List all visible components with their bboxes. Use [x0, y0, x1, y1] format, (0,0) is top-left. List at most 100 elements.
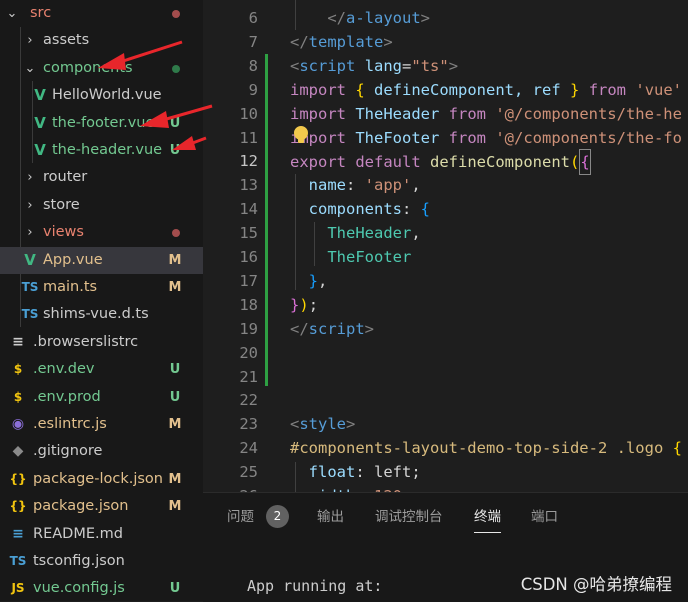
code-text: </script> [290, 317, 374, 341]
panel-tab[interactable]: 问题 [227, 507, 254, 527]
code-token: > [420, 9, 430, 27]
code-token: TheFooter [327, 248, 412, 266]
tree-item-label: shims-vue.d.ts [43, 306, 149, 323]
chevron-right-icon[interactable]: › [24, 27, 36, 54]
code-line[interactable]: 24 #components-layout-demo-top-side-2 .lo… [203, 436, 688, 460]
tree-item-views[interactable]: › views [0, 219, 203, 246]
tree-item-tsconfig-json[interactable]: TS tsconfig.json [0, 548, 203, 575]
tree-item-helloworld-vue[interactable]: V HelloWorld.vue [0, 82, 203, 109]
code-token: name [308, 176, 346, 195]
tree-item-app-vue[interactable]: V App.vue M [0, 246, 203, 274]
code-line[interactable]: 12 export default defineComponent({ [203, 149, 688, 176]
code-token: , [411, 224, 421, 243]
tree-item-label: .browserslistrc [33, 333, 139, 350]
code-text: <script lang="ts"> [290, 54, 458, 78]
code-line[interactable]: 11 import TheFooter from '@/components/th… [203, 126, 688, 150]
tree-item-shims-vue-d-ts[interactable]: TS shims-vue.d.ts [0, 301, 203, 328]
code-editor[interactable]: 6 </a-layout> 7 </template> 8 <script lang="… [203, 0, 688, 492]
chevron-down-icon[interactable]: ⌄ [6, 0, 18, 27]
git-status-badge: M [168, 280, 182, 295]
code-text: }); [290, 293, 318, 317]
code-token: "ts" [411, 56, 449, 75]
code-text: import TheHeader from '@/components/the-… [290, 102, 682, 126]
code-line[interactable]: 13 name: 'app', [203, 173, 688, 197]
panel-tab[interactable]: 端口 [531, 507, 558, 527]
tree-item-label: tsconfig.json [33, 553, 125, 569]
code-token: components [308, 200, 402, 219]
code-token: > [383, 32, 393, 51]
panel-tab[interactable]: 终端 [474, 507, 501, 533]
tree-item-components[interactable]: ⌄ components [0, 55, 203, 82]
code-line[interactable]: 19 </script> [203, 317, 688, 341]
line-number: 21 [239, 367, 258, 386]
code-line[interactable]: 16 TheFooter [203, 245, 688, 269]
tree-item-package-lock-json[interactable]: {} package-lock.json M [0, 466, 203, 493]
code-token: } [308, 271, 319, 290]
code-line[interactable]: 15 TheHeader, [203, 221, 688, 245]
code-line[interactable]: 14 components: { [203, 197, 688, 221]
git-status-badge: U [169, 581, 181, 597]
chevron-down-icon[interactable]: ⌄ [24, 55, 36, 82]
code-text: name: 'app', [290, 173, 421, 197]
code-token: { [420, 200, 431, 219]
git-status-badge: M [168, 252, 182, 268]
tree-item-label: HelloWorld.vue [52, 87, 162, 104]
code-line[interactable]: 25 float: left; [203, 460, 688, 484]
tree-item-label: router [43, 169, 88, 186]
tree-item-label: views [43, 224, 84, 241]
code-token: > [364, 319, 375, 338]
code-token: script [299, 56, 356, 75]
code-token: , [318, 271, 328, 290]
tree-item-the-header-vue[interactable]: Vthe-header.vue U [0, 137, 203, 164]
tree-item-label: package-lock.json [33, 470, 163, 487]
tree-item-browserslistrc[interactable]: ≡ .browserslistrc [0, 329, 203, 356]
tree-item-env-dev[interactable]: $ .env.dev U [0, 356, 203, 383]
code-line[interactable]: 17 }, [203, 269, 688, 293]
tree-item-main-ts[interactable]: TS main.ts M [0, 274, 203, 301]
tree-item-env-prod[interactable]: $ .env.prod U [0, 384, 203, 411]
json-file-icon: {} [9, 499, 27, 514]
tree-item-gitignore[interactable]: ◆ .gitignore [0, 438, 203, 465]
code-token: template [308, 32, 384, 51]
tree-item-assets[interactable]: › assets [0, 27, 203, 54]
code-line[interactable]: 10 import TheHeader from '@/components/th… [203, 102, 688, 126]
code-line[interactable]: 8 <script lang="ts"> [203, 54, 688, 78]
git-status-badge: U [169, 389, 181, 405]
panel-tab[interactable]: 输出 [317, 507, 344, 527]
panel-tab[interactable]: 调试控制台 [375, 507, 443, 527]
tree-item-the-footer-vue[interactable]: Vthe-footer.vue U [0, 110, 203, 137]
code-line[interactable]: 26 width: 120px; [203, 484, 688, 492]
chevron-right-icon[interactable]: › [24, 164, 36, 191]
code-token: TheFooter [346, 128, 449, 147]
code-line[interactable]: 21 [203, 365, 688, 389]
code-line[interactable]: 20 [203, 341, 688, 365]
tree-item-readme-md[interactable]: ≡ README.md [0, 521, 203, 548]
code-token: import [290, 80, 346, 99]
code-line[interactable]: 23 <style> [203, 412, 688, 436]
code-line[interactable]: 18}); [203, 293, 688, 317]
tree-item-src[interactable]: ⌄ src [0, 0, 203, 27]
lightbulb-icon[interactable] [294, 126, 308, 143]
code-line[interactable]: 6 </a-layout> [203, 6, 688, 30]
bottom-panel: 问题 输出 调试控制台 终端 端口 2 App running at: CSDN @哈弟… [203, 492, 688, 602]
code-line[interactable]: 9 import { defineComponent, ref } from 'v… [203, 78, 688, 102]
code-line[interactable]: 22 [203, 388, 688, 412]
chevron-right-icon[interactable]: › [24, 192, 36, 219]
code-line[interactable]: 7 </template> [203, 30, 688, 54]
line-number: 18 [239, 295, 258, 314]
line-number: 22 [239, 391, 258, 410]
tree-item-package-json[interactable]: {} package.json M [0, 493, 203, 520]
env-file-icon: $ [13, 389, 23, 404]
tree-item-router[interactable]: › router [0, 164, 203, 191]
line-number: 14 [239, 200, 258, 219]
line-number: 20 [239, 343, 258, 362]
code-token: > [346, 415, 356, 434]
chevron-right-icon[interactable]: › [24, 219, 36, 246]
tree-item-vue-config-js[interactable]: JS vue.config.js U [0, 575, 203, 601]
code-token: from [588, 80, 627, 99]
line-number: 25 [239, 463, 258, 482]
tree-item-store[interactable]: › store [0, 192, 203, 219]
code-token: </ [327, 9, 346, 27]
tree-item-eslintrc-js[interactable]: ◉ .eslintrc.js M [0, 411, 203, 438]
